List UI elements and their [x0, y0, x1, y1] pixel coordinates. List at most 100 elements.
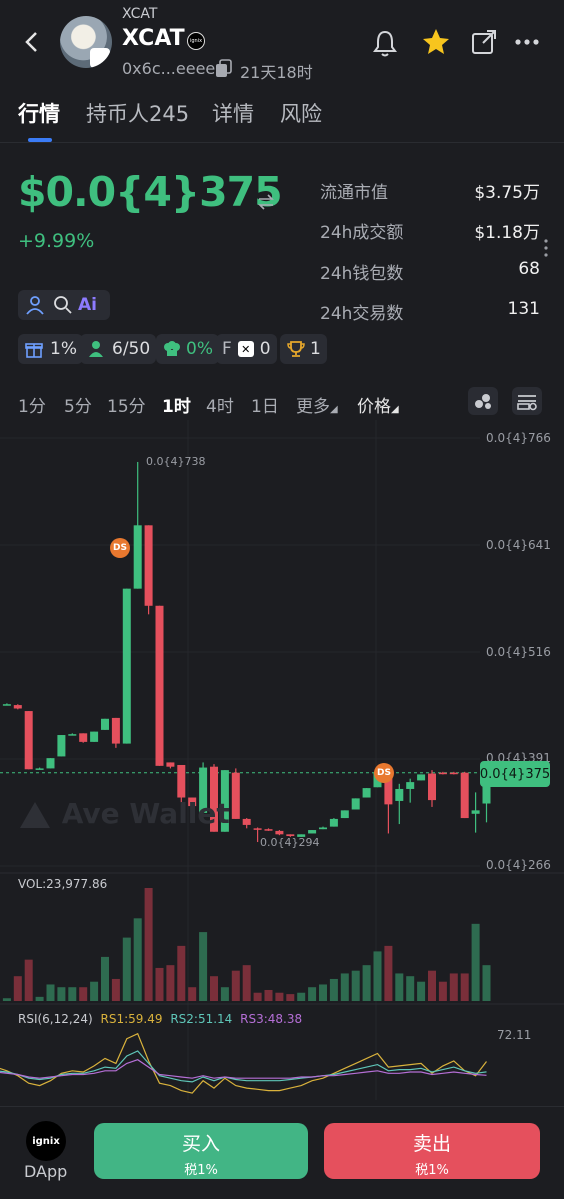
candle-body [340, 810, 349, 819]
volume-bar [384, 945, 393, 1001]
indicator-button[interactable] [468, 387, 498, 415]
timeframe-1d[interactable]: 1日 [251, 392, 279, 417]
timeframe-5m[interactable]: 5分 [64, 392, 92, 417]
contract-address[interactable]: 0x6c...eeee [122, 59, 215, 78]
ds-marker[interactable]: DS [110, 538, 130, 558]
bubbles-icon [475, 394, 491, 409]
swap-unit-icon[interactable] [256, 192, 276, 212]
tools-chip[interactable]: Ai [18, 290, 110, 320]
rsi-axis-label: 72.11 [497, 1028, 532, 1042]
candle-body [35, 768, 44, 770]
volume-bar [177, 945, 186, 1001]
volume-bar [275, 992, 284, 1001]
share-button[interactable] [470, 28, 498, 56]
sell-tax-label: 税1% [415, 1163, 449, 1178]
volume-bar [133, 918, 142, 1001]
volume-bar [373, 951, 382, 1001]
more-button[interactable] [513, 32, 543, 52]
volume-bar [57, 987, 66, 1001]
timeframe-more-label: 更多 [296, 397, 330, 417]
volume-bar [428, 970, 436, 1001]
timeframe-4h[interactable]: 4时 [206, 392, 234, 417]
holders-chip-value: 6/50 [112, 339, 151, 359]
rsi-lines [0, 1032, 487, 1094]
candle-body [428, 773, 436, 801]
candle-body [319, 827, 327, 830]
tax-chip[interactable]: 1% [18, 334, 83, 364]
trophy-chip-value: 1 [310, 339, 321, 359]
volume-bar [13, 976, 22, 1001]
buy-button[interactable]: 买入 税1% [94, 1123, 308, 1179]
sell-button-label: 卖出 [412, 1133, 451, 1155]
rs1-value: RS1:59.49 [100, 1012, 163, 1026]
x-chip[interactable]: F ✕ 0 [216, 334, 277, 364]
alert-button[interactable] [370, 28, 400, 58]
volume-bars [2, 888, 491, 1001]
volume-bar [351, 970, 360, 1001]
timeframe-more[interactable]: 更多◢ [296, 392, 338, 417]
y-axis-label: 0.0{4}766 [486, 431, 551, 445]
volume-bar [220, 987, 229, 1001]
stat-value-trades: 131 [507, 299, 540, 319]
candle-body [111, 717, 120, 744]
back-button[interactable] [18, 28, 46, 56]
stat-value-wallets: 68 [518, 259, 540, 279]
stat-value-market-cap: $3.75万 [474, 183, 540, 203]
tab-holders[interactable]: 持币人245 [86, 98, 189, 128]
f-label: F [222, 339, 232, 359]
dapp-label[interactable]: DApp [24, 1162, 67, 1181]
timeframe-1h[interactable]: 1时 [162, 392, 191, 417]
volume-bar [362, 965, 371, 1001]
volume-bar [199, 932, 208, 1001]
volume-bar [297, 992, 306, 1001]
volume-bar [46, 984, 55, 1001]
volume-bar [24, 959, 33, 1001]
rs2-value: RS2:51.14 [170, 1012, 233, 1026]
stat-label-wallets: 24h钱包数 [320, 264, 404, 284]
chef-hat-icon [164, 341, 180, 356]
volume-label: VOL:23,977.86 [18, 877, 108, 891]
volume-bar [111, 978, 120, 1001]
volume-bar [231, 970, 240, 1001]
volume-bar [79, 987, 88, 1001]
candle-body [329, 818, 338, 827]
candle-body [395, 788, 404, 801]
verified-badge-text: ignix [189, 38, 203, 44]
trophy-chip[interactable]: 1 [280, 334, 327, 364]
candle-body [438, 772, 447, 775]
y-axis-label: 0.0{4}516 [486, 645, 551, 659]
candle-body [13, 705, 22, 709]
tab-details[interactable]: 详情 [212, 98, 254, 128]
candle-body [417, 774, 426, 781]
price-mode-select[interactable]: 价格◢ [357, 392, 399, 417]
candle-body [253, 828, 262, 830]
favorite-button[interactable] [421, 27, 451, 57]
tab-market[interactable]: 行情 [18, 98, 60, 128]
candle-body [155, 605, 164, 766]
sell-button[interactable]: 卖出 税1% [324, 1123, 540, 1179]
volume-bar [417, 981, 426, 1001]
timeframe-15m[interactable]: 15分 [107, 392, 146, 417]
timeframe-1m[interactable]: 1分 [18, 392, 46, 417]
volume-bar [122, 937, 131, 1001]
volume-bar [395, 973, 404, 1001]
candle-body [90, 731, 99, 742]
copy-icon[interactable] [214, 59, 234, 79]
volume-bar [286, 994, 295, 1001]
chart-settings-button[interactable] [512, 387, 542, 415]
trophy-icon [287, 341, 305, 357]
holders-chip[interactable]: 6/50 [80, 334, 157, 364]
x-chip-value: 0 [259, 339, 271, 359]
gift-icon [25, 343, 43, 358]
candle-body [275, 830, 284, 835]
volume-bar [460, 973, 469, 1001]
ds-marker[interactable]: DS [374, 763, 394, 783]
dapp-logo-icon[interactable]: ignix [26, 1121, 66, 1161]
chef-chip[interactable]: 0% [156, 334, 219, 364]
tab-risk[interactable]: 风险 [280, 98, 322, 128]
candle-body [471, 810, 480, 814]
star-icon [423, 29, 449, 54]
stats-more-icon[interactable] [542, 238, 550, 258]
divider [0, 142, 564, 143]
volume-bar [406, 976, 415, 1001]
